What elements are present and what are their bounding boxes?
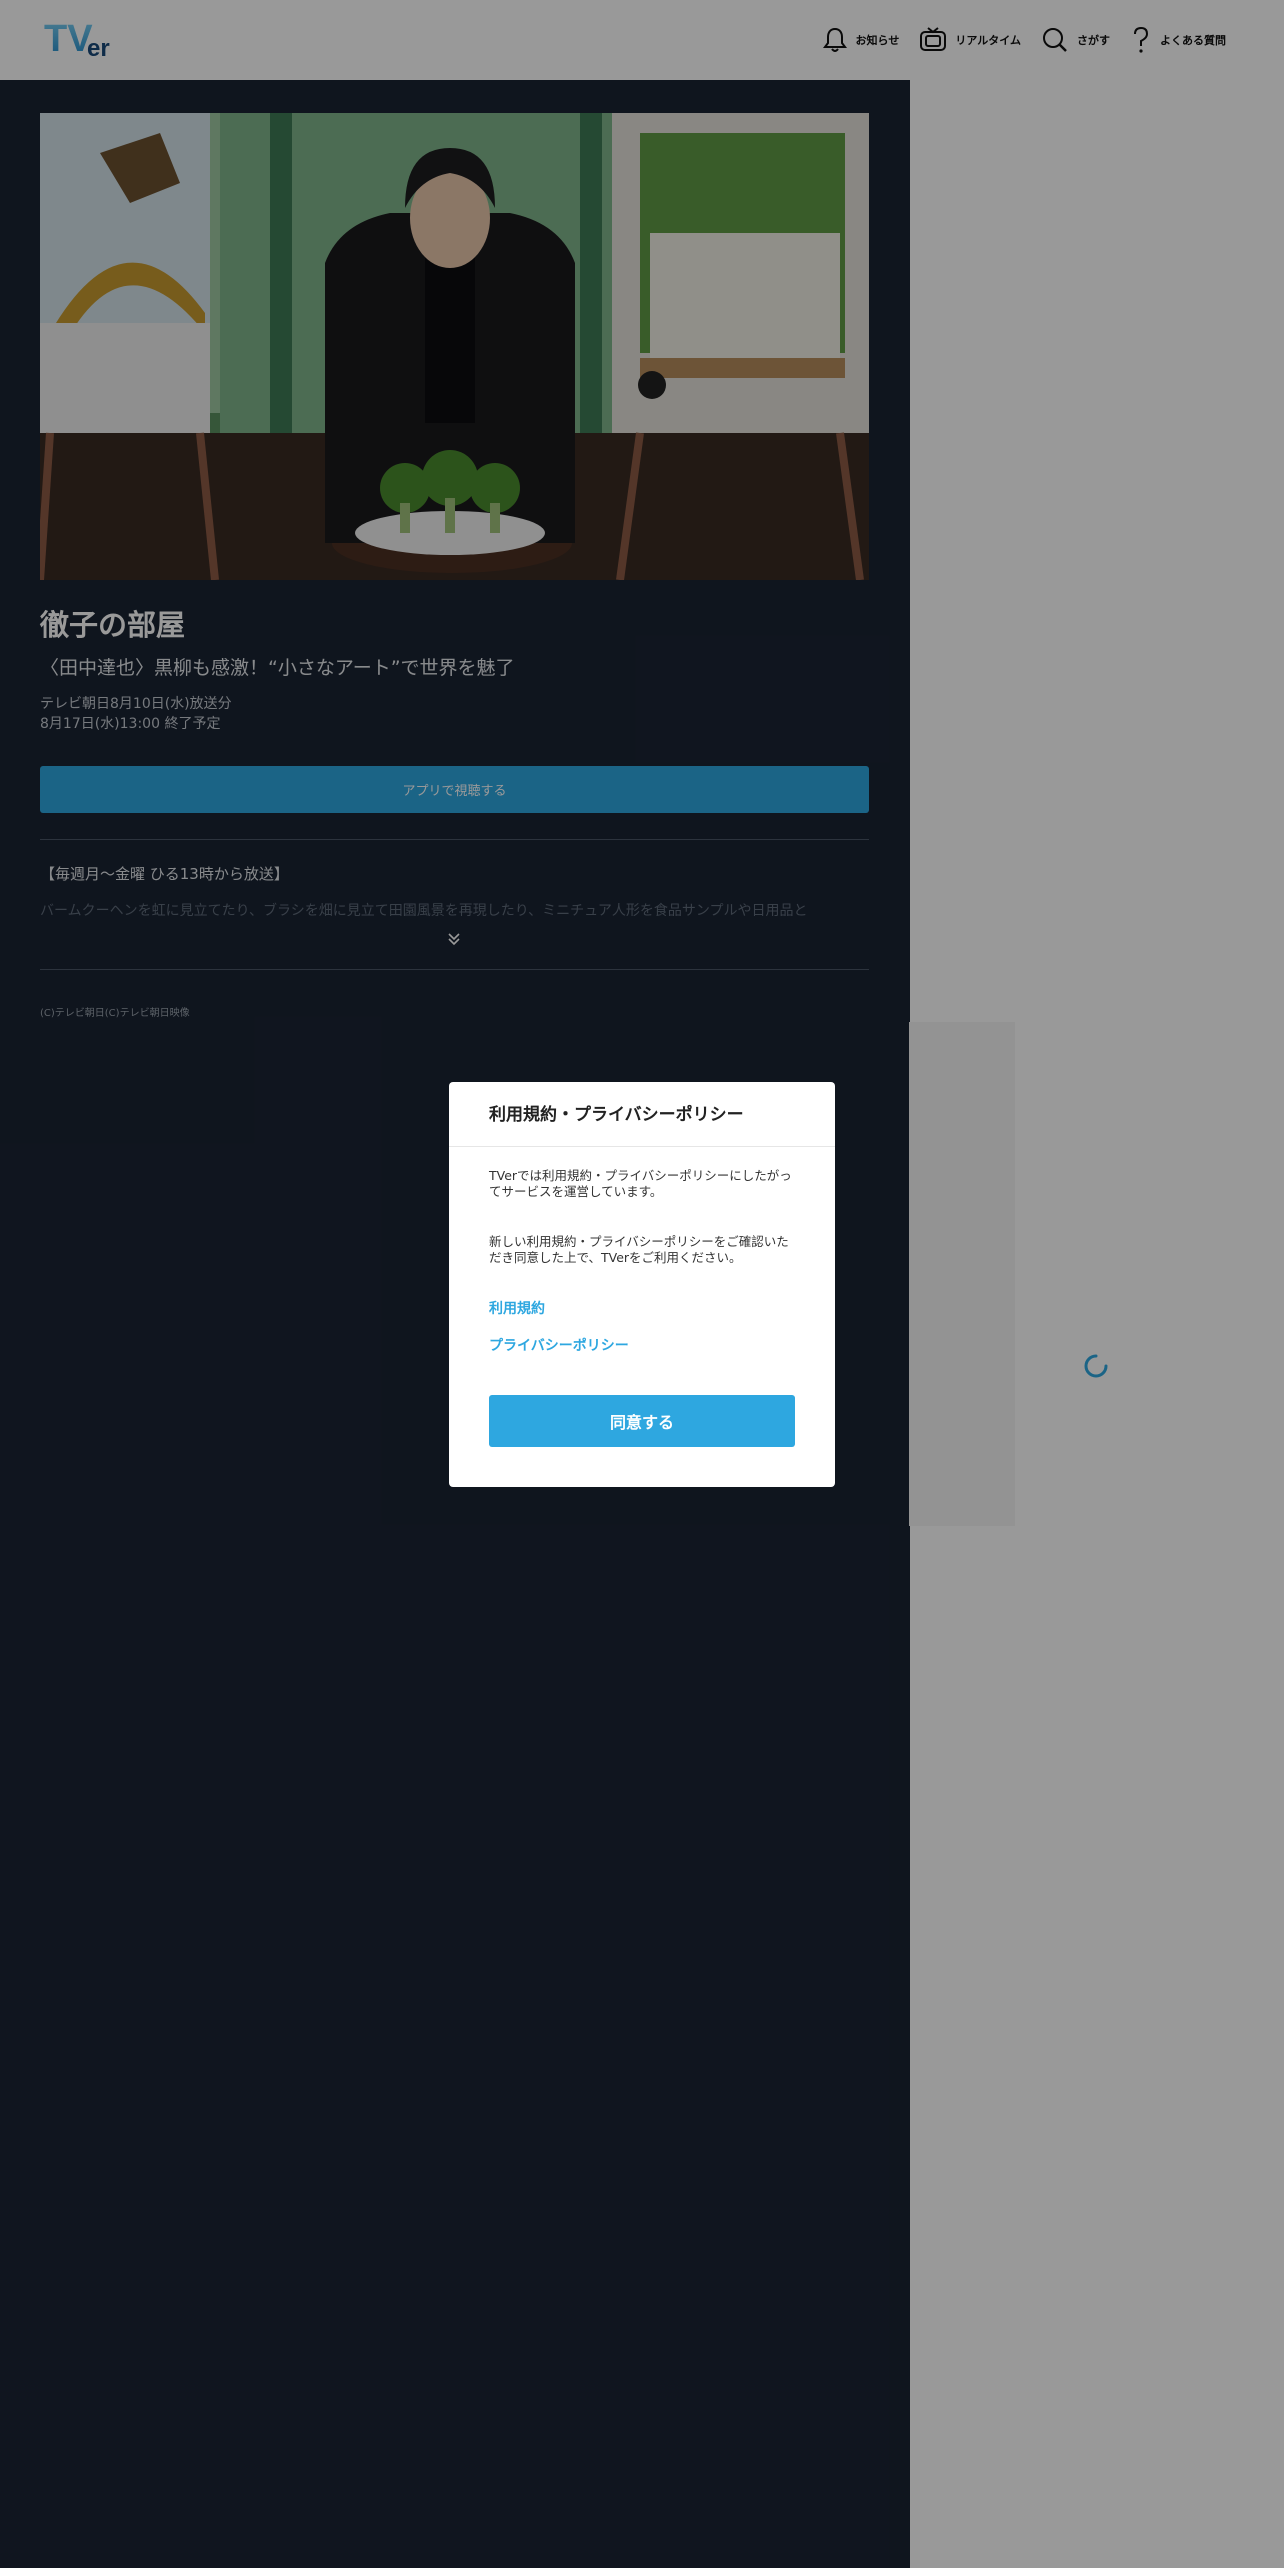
modal-title: 利用規約・プライバシーポリシー bbox=[489, 1105, 744, 1125]
agree-button[interactable]: 同意する bbox=[489, 1395, 795, 1447]
modal-text-2: 新しい利用規約・プライバシーポリシーをご確認いただき同意した上で、TVerをご利… bbox=[489, 1234, 789, 1265]
modal-header: 利用規約・プライバシーポリシー bbox=[449, 1082, 835, 1147]
terms-link[interactable]: 利用規約 bbox=[489, 1298, 545, 1318]
terms-modal: 利用規約・プライバシーポリシー TVerでは利用規約・プライバシーポリシーにした… bbox=[449, 1082, 835, 1487]
modal-text-1: TVerでは利用規約・プライバシーポリシーにしたがってサービスを運営しています。 bbox=[489, 1168, 792, 1199]
privacy-policy-link[interactable]: プライバシーポリシー bbox=[489, 1335, 629, 1355]
